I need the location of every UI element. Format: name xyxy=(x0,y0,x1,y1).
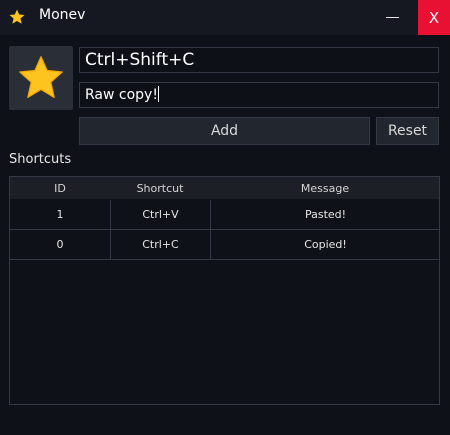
shortcuts-section-label: Shortcuts xyxy=(9,152,72,167)
minimize-button[interactable] xyxy=(374,0,410,35)
cell-message: Pasted! xyxy=(210,200,440,229)
shortcuts-table[interactable]: ID Shortcut Message 1 Ctrl+V Pasted! 0 C… xyxy=(9,176,440,405)
cell-shortcut: Ctrl+C xyxy=(110,230,210,259)
column-header-shortcut[interactable]: Shortcut xyxy=(110,177,210,199)
add-button[interactable]: Add xyxy=(79,117,370,145)
star-icon xyxy=(9,9,25,24)
preview-icon-box xyxy=(9,46,73,110)
text-caret xyxy=(157,86,159,102)
cell-id: 1 xyxy=(56,208,64,221)
column-header-id[interactable]: ID xyxy=(10,177,110,199)
column-header-message[interactable]: Message xyxy=(210,177,440,199)
table-row[interactable]: 1 Ctrl+V Pasted! xyxy=(10,200,439,230)
table-row[interactable]: 0 Ctrl+C Copied! xyxy=(10,230,439,260)
shortcut-input[interactable]: Ctrl+Shift+C xyxy=(79,47,439,73)
window-title: Monev xyxy=(39,7,86,23)
shortcut-value: Ctrl+Shift+C xyxy=(85,50,195,70)
reset-button[interactable]: Reset xyxy=(376,117,439,145)
cell-id: 0 xyxy=(56,238,64,251)
cell-message: Copied! xyxy=(210,230,440,259)
message-value: Raw copy! xyxy=(85,87,158,103)
star-icon xyxy=(19,56,63,98)
close-button[interactable]: X xyxy=(418,0,450,35)
table-header: ID Shortcut Message xyxy=(10,177,439,199)
title-bar: Monev X xyxy=(0,0,450,35)
cell-shortcut: Ctrl+V xyxy=(110,200,210,229)
minimize-icon xyxy=(385,17,399,18)
message-input[interactable]: Raw copy! xyxy=(79,82,439,108)
